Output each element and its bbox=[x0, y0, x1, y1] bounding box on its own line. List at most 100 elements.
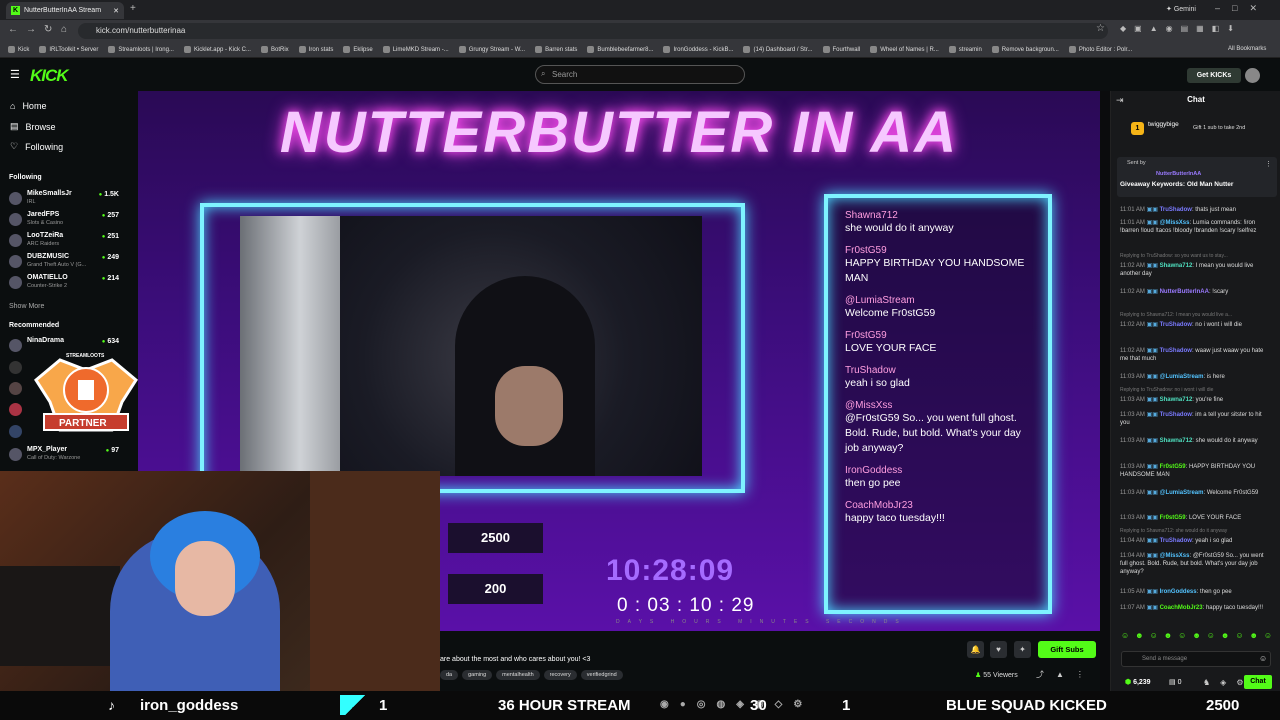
chat-message[interactable]: 11:03 AM ▣▣ Shawna712: you're fine bbox=[1120, 396, 1272, 404]
search-input[interactable]: Search bbox=[535, 65, 745, 84]
bookmark-item[interactable]: BotRix bbox=[260, 46, 289, 53]
nav-browse[interactable]: ▤ Browse bbox=[10, 121, 56, 132]
user-avatar[interactable] bbox=[1245, 68, 1260, 83]
points-display[interactable]: ⬢ 6,239 bbox=[1125, 678, 1151, 686]
send-message-input[interactable]: Send a message bbox=[1121, 651, 1271, 667]
message-user[interactable]: CoachMobJr23 bbox=[1160, 605, 1203, 611]
points2-display[interactable]: ▤ 0 bbox=[1169, 678, 1181, 686]
following-item[interactable]: LooTZeiRa ARC Raiders 251 bbox=[9, 231, 133, 249]
following-item[interactable]: JaredFPS Slots & Casino 257 bbox=[9, 210, 133, 228]
gift-prompt[interactable]: Gift 1 sub to take 2nd bbox=[1193, 125, 1245, 131]
window-controls[interactable]: –□✕ bbox=[1215, 3, 1269, 14]
message-user[interactable]: @MissXss bbox=[1160, 220, 1190, 226]
stream-tag[interactable]: recovery bbox=[543, 670, 577, 680]
get-kicks-button[interactable]: Get KICKs bbox=[1187, 68, 1241, 83]
bell-icon[interactable]: 🔔 bbox=[967, 641, 984, 658]
bookmark-item[interactable]: Kicklet.app - Kick C... bbox=[183, 46, 251, 53]
nav-home[interactable]: ⌂ Home bbox=[10, 101, 46, 111]
emote-bar[interactable]: ☺☻☺☻☺☻☺☻☺☻☺ bbox=[1121, 631, 1278, 640]
message-user[interactable]: NutterButterInAA bbox=[1160, 289, 1209, 295]
reload-icon[interactable]: ↻ bbox=[44, 24, 52, 35]
message-user[interactable]: IronGoddess bbox=[1160, 589, 1197, 595]
message-user[interactable]: TruShadow bbox=[1160, 412, 1192, 418]
chat-message[interactable]: 11:02 AM ▣▣ Shawna712: I mean you would … bbox=[1120, 262, 1272, 278]
message-user[interactable]: TruShadow bbox=[1160, 538, 1192, 544]
reply-context[interactable]: Replying to Shawna712: she would do it a… bbox=[1120, 528, 1272, 534]
message-user[interactable]: Shawna712 bbox=[1160, 263, 1193, 269]
bookmark-item[interactable]: IRLToolkit • Server bbox=[39, 46, 98, 53]
bookmark-item[interactable]: Fourthwall bbox=[822, 46, 860, 53]
bookmark-item[interactable]: Bumblebeefarmer8... bbox=[587, 46, 653, 53]
chat-message[interactable]: 11:04 AM ▣▣ TruShadow: yeah i so glad bbox=[1120, 537, 1272, 545]
kick-logo[interactable]: KICK bbox=[30, 66, 69, 86]
chat-message[interactable]: 11:03 AM ▣▣ TruShadow: im a tell your si… bbox=[1120, 411, 1272, 427]
bookmark-item[interactable]: (14) Dashboard / Str... bbox=[743, 46, 813, 53]
message-user[interactable]: Fr0stG59 bbox=[1160, 464, 1186, 470]
bookmark-item[interactable]: Iron stats bbox=[298, 46, 333, 53]
stream-tag[interactable]: mentalhealth bbox=[496, 670, 540, 680]
new-tab-button[interactable]: + bbox=[130, 3, 136, 14]
top-gifter-name[interactable]: twiggybige bbox=[1148, 121, 1179, 128]
recommended-item[interactable]: MPX_Player Call of Duty: Warzone 97 bbox=[9, 445, 133, 463]
bookmark-item[interactable]: Barren stats bbox=[535, 46, 577, 53]
chat-message[interactable]: 11:05 AM ▣▣ IronGoddess: then go pee bbox=[1120, 588, 1272, 596]
nav-following[interactable]: ♡ Following bbox=[10, 141, 63, 152]
show-more-link[interactable]: Show More bbox=[9, 303, 44, 310]
chat-message[interactable]: 11:01 AM ▣▣ TruShadow: thats just mean bbox=[1120, 206, 1272, 214]
chat-message[interactable]: 11:03 AM ▣▣ @LumiaStream: is here bbox=[1120, 373, 1272, 381]
bookmark-item[interactable]: IronGoddess - KickB... bbox=[663, 46, 733, 53]
bookmark-item[interactable]: Photo Editor : Polr... bbox=[1068, 46, 1132, 53]
emoji-icon[interactable]: ☺ bbox=[1259, 654, 1267, 663]
address-bar[interactable]: kick.com/nutterbutterinaa bbox=[78, 23, 1108, 39]
extensions-icons[interactable]: ◆▣▲◉▤▦◧⬇ bbox=[1120, 24, 1242, 33]
following-item[interactable]: DUBZMUSIC Grand Theft Auto V (G... 249 bbox=[9, 252, 133, 270]
chat-message[interactable]: 11:04 AM ▣▣ @MissXss: @Fr0stG59 So... yo… bbox=[1120, 552, 1272, 576]
bookmark-item[interactable]: Streamloots | Irong... bbox=[108, 46, 174, 53]
menu-icon[interactable]: ☰ bbox=[10, 68, 20, 81]
gemini-button[interactable]: ✦ Gemini bbox=[1166, 5, 1196, 13]
chat-message[interactable]: 11:01 AM ▣▣ @MissXss: Lumia commands: !i… bbox=[1120, 219, 1272, 235]
message-user[interactable]: Shawna712 bbox=[1160, 397, 1193, 403]
message-user[interactable]: Shawna712 bbox=[1160, 438, 1193, 444]
chat-message[interactable]: 11:02 AM ▣▣ NutterButterInAA: !scary bbox=[1120, 288, 1272, 296]
chat-message[interactable]: 11:02 AM ▣▣ TruShadow: no i wont i will … bbox=[1120, 321, 1272, 329]
bookmark-item[interactable]: Eklipse bbox=[343, 46, 373, 53]
reply-context[interactable]: Replying to Shawna712: I mean you would … bbox=[1120, 312, 1272, 318]
message-user[interactable]: TruShadow bbox=[1160, 322, 1192, 328]
channel-avatar[interactable] bbox=[9, 403, 22, 416]
channel-avatar[interactable] bbox=[9, 425, 22, 438]
gift-subs-button[interactable]: Gift Subs bbox=[1038, 641, 1096, 658]
following-item[interactable]: OMATIELLO Counter-Strike 2 214 bbox=[9, 273, 133, 291]
chat-message[interactable]: 11:03 AM ▣▣ @LumiaStream: Welcome Fr0stG… bbox=[1120, 489, 1272, 497]
pin-icon[interactable]: ✦ bbox=[1014, 641, 1031, 658]
message-user[interactable]: @MissXss bbox=[1160, 553, 1190, 559]
home-browser-icon[interactable]: ⌂ bbox=[61, 24, 67, 35]
message-user[interactable]: @LumiaStream bbox=[1160, 490, 1204, 496]
message-user[interactable]: TruShadow bbox=[1160, 207, 1192, 213]
chat-message[interactable]: 11:02 AM ▣▣ TruShadow: waaw just waaw yo… bbox=[1120, 347, 1272, 363]
message-user[interactable]: TruShadow bbox=[1160, 348, 1192, 354]
reply-context[interactable]: Replying to TruShadow: so you want us to… bbox=[1120, 253, 1272, 259]
channel-avatar[interactable] bbox=[9, 382, 22, 395]
bookmark-item[interactable]: LimeMKD Stream -... bbox=[382, 46, 449, 53]
bookmark-star-icon[interactable]: ☆ bbox=[1096, 23, 1105, 34]
all-bookmarks[interactable]: All Bookmarks bbox=[1228, 46, 1266, 52]
chat-message[interactable]: 11:07 AM ▣▣ CoachMobJr23: happy taco tue… bbox=[1120, 604, 1272, 612]
bookmark-item[interactable]: streamin bbox=[948, 46, 982, 53]
share-icon[interactable]: ⤴▲⋮ bbox=[1036, 669, 1096, 680]
bookmark-item[interactable]: Kick bbox=[8, 46, 29, 53]
back-icon[interactable]: ← bbox=[8, 24, 18, 35]
bookmark-item[interactable]: Remove backgroun... bbox=[991, 46, 1059, 53]
chat-send-button[interactable]: Chat bbox=[1244, 675, 1272, 689]
chat-message[interactable]: 11:03 AM ▣▣ Fr0stG59: LOVE YOUR FACE bbox=[1120, 514, 1272, 522]
heart-icon[interactable]: ♥ bbox=[990, 641, 1007, 658]
channel-avatar[interactable] bbox=[9, 361, 22, 374]
bookmark-item[interactable]: Wheel of Names | R... bbox=[870, 46, 939, 53]
message-user[interactable]: Fr0stG59 bbox=[1160, 515, 1186, 521]
browser-tab[interactable]: K NutterButterInAA Stream ✕ bbox=[6, 2, 124, 19]
forward-icon[interactable]: → bbox=[26, 24, 36, 35]
bookmark-item[interactable]: Grungy Stream - W... bbox=[458, 46, 525, 53]
message-user[interactable]: @LumiaStream bbox=[1160, 374, 1204, 380]
stream-tag[interactable]: da bbox=[440, 670, 459, 680]
stream-tag[interactable]: gaming bbox=[462, 670, 493, 680]
